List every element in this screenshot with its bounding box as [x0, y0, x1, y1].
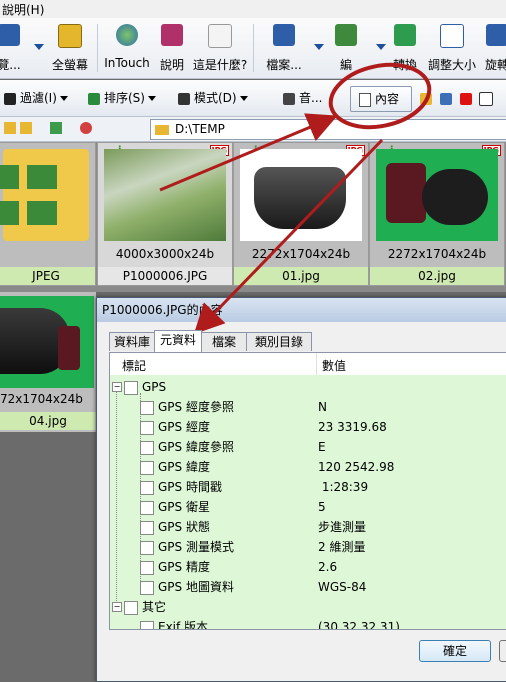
annotation-arrow	[159, 113, 338, 192]
annotation-overlay	[159, 62, 432, 335]
tab-metadata[interactable]: 元資料	[154, 330, 202, 352]
annotation-arrow	[193, 138, 384, 335]
highlight-circle	[328, 62, 432, 130]
